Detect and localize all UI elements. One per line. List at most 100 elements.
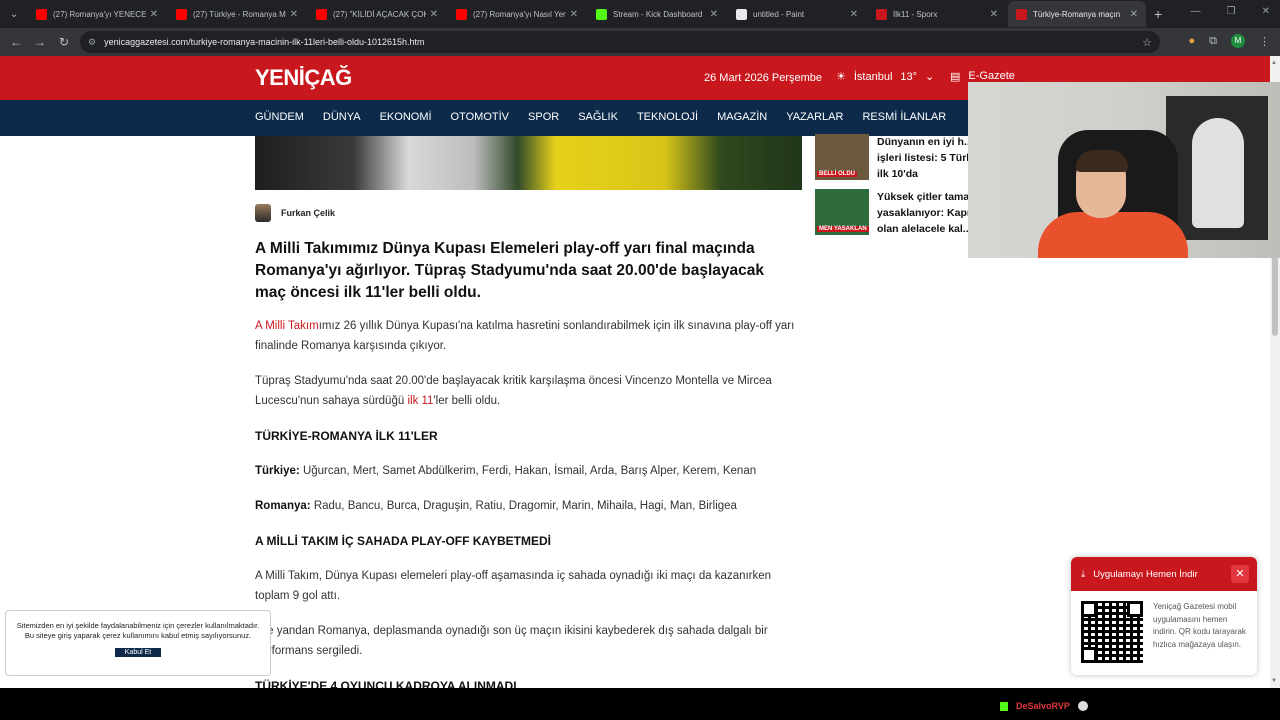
nav-item[interactable]: TEKNOLOJİ xyxy=(637,111,698,123)
tab-favicon-icon xyxy=(176,8,187,20)
nav-item[interactable]: SPOR xyxy=(528,111,559,123)
tab-close-icon[interactable]: ✕ xyxy=(150,9,158,20)
weather-city: İstanbul xyxy=(853,70,893,83)
forward-icon[interactable]: → xyxy=(28,35,52,49)
tab-title: İlk11 - Sporx xyxy=(893,9,938,19)
nav-item[interactable]: SAĞLIK xyxy=(578,111,618,123)
nav-item[interactable]: MAGAZİN xyxy=(717,111,767,123)
tab-title: (27) Romanya'yı Nasıl Yen xyxy=(473,9,566,19)
browser-tab[interactable]: İlk11 - Sporx ✕ xyxy=(868,1,1006,27)
site-logo[interactable]: YENİÇAĞ xyxy=(255,65,352,91)
site-info-icon[interactable]: ⚙ xyxy=(88,37,96,48)
browser-tab[interactable]: Stream - Kick Dashboard ✕ xyxy=(588,1,726,27)
window-controls: — ❐ ✕ xyxy=(1191,6,1270,17)
lineups-heading: TÜRKİYE-ROMANYA İLK 11'LER xyxy=(255,429,438,443)
nav-item[interactable]: YAZARLAR xyxy=(786,111,843,123)
tab-close-icon[interactable]: ✕ xyxy=(850,9,858,20)
tab-title: (27) "KİLİDİ AÇACAK ÇOK xyxy=(333,9,426,19)
turkey-lineup: Türkiye: Uğurcan, Mert, Samet Abdülkerim… xyxy=(255,465,757,477)
browser-tab[interactable]: (27) "KİLİDİ AÇACAK ÇOK ✕ xyxy=(308,1,446,27)
browser-tab-bar: ⌄ (27) Romanya'yı YENECE ✕ (27) Türkiye - … xyxy=(0,0,1280,28)
sun-icon: ☀ xyxy=(836,71,846,83)
wall-poster xyxy=(1166,96,1268,240)
tab-favicon-icon xyxy=(456,8,467,20)
toolbar-right: ● ⧉ M ⋮ xyxy=(1188,34,1270,48)
reload-icon[interactable]: ↻ xyxy=(52,35,76,49)
milli-takim-link[interactable]: A Milli Takım xyxy=(255,320,319,332)
extension-icon[interactable]: ● xyxy=(1188,35,1195,47)
cookie-banner: Sitemizden en iyi şekilde faydalanabilme… xyxy=(5,610,271,676)
kick-handle: DeSalvoRVP xyxy=(1000,701,1088,711)
browser-tab[interactable]: (27) Türkiye - Romanya M ✕ xyxy=(168,1,306,27)
browser-menu-icon[interactable]: ⋮ xyxy=(1259,35,1270,48)
header-date: 26 Mart 2026 Perşembe xyxy=(704,72,823,84)
url-field[interactable]: ⚙ yenicaggazetesi.com/turkiye-romanya-ma… xyxy=(80,31,1160,53)
skull-icon xyxy=(1077,701,1088,711)
ilk11-link[interactable]: ilk 11 xyxy=(407,395,433,407)
kick-username: DeSalvoRVP xyxy=(1016,701,1070,711)
close-icon[interactable]: ✕ xyxy=(1231,565,1249,583)
profile-avatar[interactable]: M xyxy=(1231,34,1245,48)
playoff-heading: A MİLLİ TAKIM İÇ SAHADA PLAY-OFF KAYBETM… xyxy=(255,534,552,548)
paragraph-3: A Milli Takım, Dünya Kupası elemeleri pl… xyxy=(255,570,772,602)
newspaper-icon: ▤ xyxy=(950,71,961,83)
browser-tab[interactable]: (27) Romanya'yı YENECE ✕ xyxy=(28,1,166,27)
tab-favicon-icon xyxy=(36,8,47,20)
extensions-puzzle-icon[interactable]: ⧉ xyxy=(1209,35,1217,48)
tab-strip: (27) Romanya'yı YENECE ✕ (27) Türkiye - Ro… xyxy=(26,1,1146,27)
tab-search-icon[interactable]: ⌄ xyxy=(2,2,26,26)
article-body: A Milli Takımımız 26 yıllık Dünya Kupası… xyxy=(255,316,795,688)
browser-tab[interactable]: (27) Romanya'yı Nasıl Yen ✕ xyxy=(448,1,586,27)
scroll-down-icon[interactable]: ▼ xyxy=(1271,678,1277,684)
new-tab-icon[interactable]: + xyxy=(1154,6,1162,22)
kick-logo-icon xyxy=(1000,701,1008,711)
tab-close-icon[interactable]: ✕ xyxy=(710,9,718,20)
nav-list: GÜNDEM DÜNYA EKONOMİ OTOMOTİV SPOR SAĞLIK TEKN… xyxy=(255,111,946,123)
browser-tab[interactable]: Türkiye-Romanya maçın ✕ xyxy=(1008,1,1146,27)
tab-favicon-icon xyxy=(736,8,747,20)
app-promo-title: Uygulamayı Hemen İndir xyxy=(1093,568,1198,580)
paragraph-1: A Milli Takımımız 26 yıllık Dünya Kupası… xyxy=(255,320,795,352)
browser-tab[interactable]: untitled - Paint ✕ xyxy=(728,1,866,27)
tab-title: untitled - Paint xyxy=(753,9,805,19)
cookie-accept-button[interactable]: Kabul Et xyxy=(114,648,162,657)
author-avatar xyxy=(255,204,271,222)
tab-title: (27) Türkiye - Romanya M xyxy=(193,9,286,19)
weather-widget[interactable]: ☀ İstanbul 13° ⌄ xyxy=(836,70,935,84)
tab-close-icon[interactable]: ✕ xyxy=(1130,9,1138,20)
tab-close-icon[interactable]: ✕ xyxy=(570,9,578,20)
tab-favicon-icon xyxy=(596,8,607,20)
nav-item[interactable]: OTOMOTİV xyxy=(451,111,509,123)
minimize-icon[interactable]: — xyxy=(1191,6,1201,17)
nav-item[interactable]: EKONOMİ xyxy=(380,111,432,123)
cookie-text: Sitemizden en iyi şekilde faydalanabilme… xyxy=(16,621,260,640)
tab-title: Türkiye-Romanya maçın xyxy=(1033,9,1121,19)
scroll-up-icon[interactable]: ▲ xyxy=(1271,60,1277,66)
qr-code xyxy=(1081,601,1143,663)
bookmark-star-icon[interactable]: ☆ xyxy=(1142,36,1152,49)
app-promo-text: Yeniçağ Gazetesi mobil uygulamasını heme… xyxy=(1153,602,1246,649)
tab-close-icon[interactable]: ✕ xyxy=(430,9,438,20)
next-heading: TÜRKİYE'DE 4 OYUNCU KADROYA ALINMADI xyxy=(255,679,517,688)
nav-item[interactable]: GÜNDEM xyxy=(255,111,304,123)
url-text: yenicaggazetesi.com/turkiye-romanya-maci… xyxy=(104,37,425,47)
nav-item[interactable]: RESMİ İLANLAR xyxy=(862,111,946,123)
maximize-icon[interactable]: ❐ xyxy=(1227,6,1236,17)
tab-close-icon[interactable]: ✕ xyxy=(290,9,298,20)
weather-temp: 13° xyxy=(900,70,918,83)
nav-item[interactable]: DÜNYA xyxy=(323,111,361,123)
address-bar-row: ← → ↻ ⚙ yenicaggazetesi.com/turkiye-roma… xyxy=(0,28,1280,56)
tab-favicon-icon xyxy=(876,8,887,20)
back-icon[interactable]: ← xyxy=(4,35,28,49)
close-window-icon[interactable]: ✕ xyxy=(1262,6,1270,17)
stream-bottom-bar: DeSalvoRVP xyxy=(0,688,1280,720)
tab-favicon-icon xyxy=(1016,8,1027,20)
paragraph-2: Tüpraş Stadyumu'nda saat 20.00'de başlay… xyxy=(255,375,772,407)
tab-favicon-icon xyxy=(316,8,327,20)
author-name: Furkan Çelik xyxy=(281,208,336,218)
app-promo-header: ⤓ Uygulamayı Hemen İndir ✕ xyxy=(1071,557,1257,591)
author-byline[interactable]: Furkan Çelik xyxy=(255,204,335,222)
tab-close-icon[interactable]: ✕ xyxy=(990,9,998,20)
chevron-down-icon: ⌄ xyxy=(925,71,935,83)
download-icon: ⤓ xyxy=(1081,568,1086,580)
